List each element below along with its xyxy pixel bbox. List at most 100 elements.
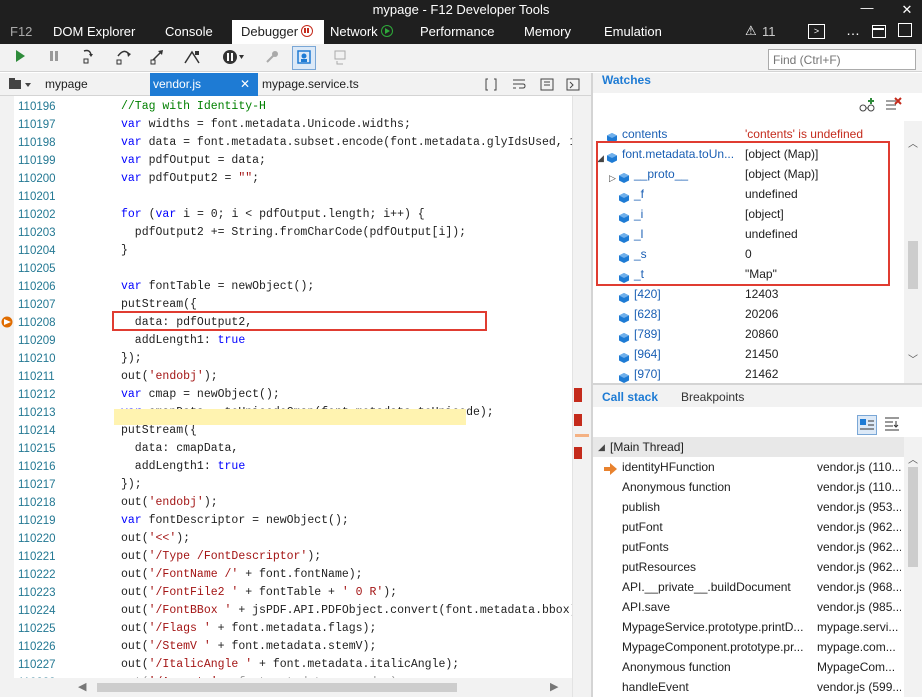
call-stack-frame[interactable]: identityHFunction vendor.js (110...: [593, 457, 904, 477]
code-line[interactable]: 110221 out('/Type /FontDescriptor');: [0, 548, 572, 566]
line-number[interactable]: 110197: [18, 116, 56, 134]
call-stack-frame[interactable]: putFont vendor.js (962...: [593, 517, 904, 537]
watches-scrollbar[interactable]: ︿ ﹀: [904, 121, 922, 383]
format-icon[interactable]: [484, 73, 498, 96]
line-number[interactable]: 110196: [18, 98, 56, 116]
watch-row[interactable]: [970] 21462: [593, 364, 904, 384]
code-line[interactable]: 110205: [0, 260, 572, 278]
code-line[interactable]: 110222 out('/FontName /' + font.fontName)…: [0, 566, 572, 584]
code-line[interactable]: 110212 var cmap = newObject();: [0, 386, 572, 404]
call-stack-frame[interactable]: handleEvent vendor.js (599...: [593, 677, 904, 697]
code-line[interactable]: 110216 addLength1: true: [0, 458, 572, 476]
code-line[interactable]: 110209 addLength1: true: [0, 332, 572, 350]
scroll-down-icon[interactable]: ﹀: [908, 351, 918, 366]
code-line[interactable]: 110226 out('/StemV ' + font.metadata.stem…: [0, 638, 572, 656]
file-tab-mypage-service[interactable]: mypage.service.ts: [262, 73, 359, 96]
line-number[interactable]: 110215: [18, 440, 56, 458]
code-line[interactable]: 110201: [0, 188, 572, 206]
code-line[interactable]: 110199 var pdfOutput = data;: [0, 152, 572, 170]
line-number[interactable]: 110207: [18, 296, 56, 314]
line-number[interactable]: 110226: [18, 638, 56, 656]
line-number[interactable]: 110218: [18, 494, 56, 512]
code-line[interactable]: 110210});: [0, 350, 572, 368]
line-number[interactable]: 110205: [18, 260, 56, 278]
line-number[interactable]: 110200: [18, 170, 56, 188]
code-line[interactable]: 110218 out('endobj');: [0, 494, 572, 512]
line-number[interactable]: 110210: [18, 350, 56, 368]
line-number[interactable]: 110213: [18, 404, 56, 422]
source-map-icon[interactable]: [540, 73, 554, 96]
code-line[interactable]: 110203 pdfOutput2 += String.fromCharCode…: [0, 224, 572, 242]
disable-breakpoints-icon[interactable]: [262, 48, 282, 68]
file-picker-icon[interactable]: [8, 73, 34, 96]
watches-scroll-thumb[interactable]: [908, 241, 918, 289]
tab-dom-explorer[interactable]: DOM Explorer: [53, 20, 135, 44]
call-stack-frame[interactable]: API.save vendor.js (985...: [593, 597, 904, 617]
break-icon[interactable]: [44, 48, 64, 68]
tab-console[interactable]: Console: [165, 20, 213, 44]
show-native-code-icon[interactable]: [857, 415, 877, 435]
watch-row[interactable]: [789] 20860: [593, 324, 904, 344]
call-stack-frame[interactable]: putFonts vendor.js (962...: [593, 537, 904, 557]
code-line[interactable]: 110204}: [0, 242, 572, 260]
code-line[interactable]: 110206 var fontTable = newObject();: [0, 278, 572, 296]
line-number[interactable]: 110216: [18, 458, 56, 476]
file-tab-vendor-js[interactable]: vendor.js ✕: [150, 73, 258, 96]
scroll-right-icon[interactable]: ▶: [550, 680, 558, 693]
call-stack-frame[interactable]: publish vendor.js (953...: [593, 497, 904, 517]
line-number[interactable]: 110220: [18, 530, 56, 548]
code-line[interactable]: 110198 var data = font.metadata.subset.en…: [0, 134, 590, 152]
code-line[interactable]: 110219 var fontDescriptor = newObject();: [0, 512, 572, 530]
line-number[interactable]: 110208: [18, 314, 56, 332]
line-number[interactable]: 110203: [18, 224, 56, 242]
close-button[interactable]: ✕: [892, 0, 922, 20]
callstack-scrollbar[interactable]: ︿: [904, 437, 922, 697]
line-number[interactable]: 110224: [18, 602, 56, 620]
step-out-icon[interactable]: [148, 48, 168, 68]
code-vertical-scrollbar[interactable]: [572, 96, 591, 697]
line-number[interactable]: 110204: [18, 242, 56, 260]
code-line[interactable]: 110211 out('endobj');: [0, 368, 572, 386]
find-input[interactable]: [768, 49, 916, 70]
tab-call-stack[interactable]: Call stack: [602, 390, 658, 404]
more-icon[interactable]: …: [846, 22, 860, 38]
line-number[interactable]: 110223: [18, 584, 56, 602]
call-stack-frame[interactable]: API.__private__.buildDocument vendor.js (…: [593, 577, 904, 597]
line-number[interactable]: 110225: [18, 620, 56, 638]
line-number[interactable]: 110198: [18, 134, 56, 152]
line-number[interactable]: 110227: [18, 656, 56, 674]
call-stack-frame[interactable]: MypageComponent.prototype.pr... mypage.co…: [593, 637, 904, 657]
scroll-up-icon[interactable]: ︿: [908, 135, 918, 150]
break-on-new-worker-icon[interactable]: [182, 48, 202, 68]
line-number[interactable]: 110211: [18, 368, 55, 386]
thread-row[interactable]: ◢ [Main Thread]: [593, 437, 904, 457]
code-line[interactable]: 110217});: [0, 476, 572, 494]
continue-icon[interactable]: [10, 48, 30, 68]
watch-row[interactable]: [628] 20206: [593, 304, 904, 324]
pretty-print-icon[interactable]: [330, 48, 350, 68]
call-stack-frame[interactable]: putResources vendor.js (962...: [593, 557, 904, 577]
line-number[interactable]: 110202: [18, 206, 56, 224]
dock-icon[interactable]: [872, 25, 886, 38]
tab-memory[interactable]: Memory: [524, 20, 571, 44]
file-tab-mypage[interactable]: mypage: [45, 73, 88, 96]
tab-performance[interactable]: Performance: [420, 20, 494, 44]
console-icon[interactable]: >: [808, 24, 825, 39]
line-number[interactable]: 110214: [18, 422, 56, 440]
just-my-code-icon[interactable]: [292, 46, 316, 70]
code-horizontal-scrollbar[interactable]: ◀ ▶: [0, 678, 572, 697]
close-file-icon[interactable]: ✕: [240, 73, 250, 96]
code-editor[interactable]: 110196 //Tag with Identity-H 110197 var wid…: [0, 96, 591, 697]
thread-collapse-icon[interactable]: ◢: [598, 437, 605, 457]
step-into-icon[interactable]: [80, 48, 100, 68]
code-line[interactable]: 110220 out('<<');: [0, 530, 572, 548]
tab-debugger[interactable]: Debugger: [232, 20, 324, 44]
line-number[interactable]: 110221: [18, 548, 56, 566]
show-async-frames-icon[interactable]: [883, 415, 901, 433]
minimize-button[interactable]: —: [852, 0, 882, 20]
line-number[interactable]: 110219: [18, 512, 56, 530]
step-over-icon[interactable]: [114, 48, 134, 68]
watch-row[interactable]: [420] 12403: [593, 284, 904, 304]
line-number[interactable]: 110199: [18, 152, 56, 170]
call-stack-frame[interactable]: MypageService.prototype.printD... mypage.…: [593, 617, 904, 637]
